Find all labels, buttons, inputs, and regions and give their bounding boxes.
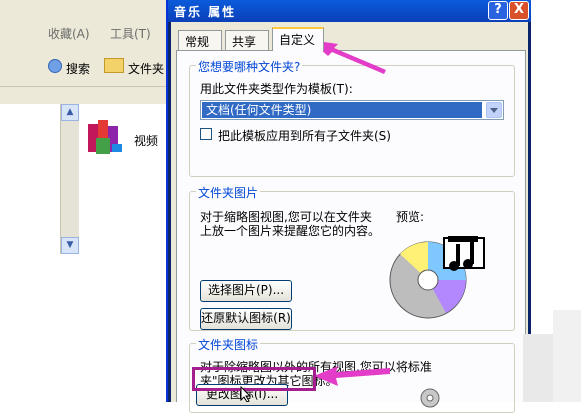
tab-sharing[interactable]: 共享 xyxy=(225,30,269,50)
help-button[interactable]: ? xyxy=(488,1,508,20)
tab-panel-customize: 您想要哪种文件夹? 用此文件夹类型作为模板(T): 文档(任何文件类型) 把此模… xyxy=(176,50,526,413)
search-label[interactable]: 搜索 xyxy=(66,60,90,77)
pictures-desc-line2: 上放一个图片来提醒您它的内容。 xyxy=(200,224,381,238)
right-background xyxy=(523,0,583,402)
preview-label: 预览: xyxy=(396,210,425,224)
folders-label[interactable]: 文件夹 xyxy=(128,60,164,77)
pictures-group-title: 文件夹图片 xyxy=(196,184,261,201)
video-folder-label: 视频 xyxy=(134,134,159,148)
menu-tools[interactable]: 工具(T) xyxy=(110,25,151,42)
explorer-scrollbar[interactable]: ▲ ▼ xyxy=(60,104,79,254)
dialog-title: 音乐 属性 xyxy=(174,5,237,19)
template-label: 用此文件夹类型作为模板(T): xyxy=(200,82,353,96)
scroll-down-icon[interactable]: ▼ xyxy=(61,237,79,254)
annotation-arrow-button xyxy=(314,366,390,386)
template-select[interactable]: 文档(任何文件类型) xyxy=(200,100,504,120)
highlight-box xyxy=(192,367,316,391)
folder-icon[interactable] xyxy=(104,58,124,73)
explorer-toolbar: 搜索 文件夹 xyxy=(0,48,170,87)
title-bar[interactable]: 音乐 属性 ? X xyxy=(168,0,531,22)
explorer-window: 收藏(A) 工具(T) 搜索 文件夹 ▲ ▼ 视频 xyxy=(0,0,170,402)
explorer-menubar: 收藏(A) 工具(T) xyxy=(0,22,170,44)
cd-icon xyxy=(420,388,440,408)
apply-subfolders-checkbox[interactable] xyxy=(200,128,212,140)
choose-picture-button[interactable]: 选择图片(P)... xyxy=(200,280,292,302)
tab-general[interactable]: 常规 xyxy=(178,30,222,50)
tab-customize[interactable]: 自定义 xyxy=(272,27,324,51)
icons-group-title: 文件夹图标 xyxy=(196,336,261,353)
template-group: 您想要哪种文件夹? 用此文件夹类型作为模板(T): 文档(任何文件类型) 把此模… xyxy=(189,58,515,177)
scroll-up-icon[interactable]: ▲ xyxy=(61,104,79,121)
search-icon[interactable] xyxy=(48,59,62,73)
dialog-client: 常规 共享 自定义 您想要哪种文件夹? 用此文件夹类型作为模板(T): 文档(任… xyxy=(171,22,528,413)
video-folder-icon xyxy=(88,120,122,154)
restore-default-button[interactable]: 还原默认图标(R) xyxy=(200,308,292,330)
close-button[interactable]: X xyxy=(509,1,529,20)
menu-favorites[interactable]: 收藏(A) xyxy=(48,25,90,42)
folder-pictures-group: 文件夹图片 对于缩略图视图,您可以在文件夹 上放一个图片来提醒您它的内容。 预览… xyxy=(189,184,515,331)
template-group-title: 您想要哪种文件夹? xyxy=(196,58,303,75)
apply-subfolders-label[interactable]: 把此模板应用到所有子文件夹(S) xyxy=(218,127,391,144)
template-selected-value: 文档(任何文件类型) xyxy=(202,102,482,118)
explorer-content: 视频 xyxy=(80,104,170,402)
music-cd-preview-icon xyxy=(389,236,485,319)
chevron-down-icon[interactable] xyxy=(486,102,502,118)
blurred-area-2 xyxy=(553,310,581,402)
cursor-icon xyxy=(240,386,252,402)
video-folder[interactable]: 视频 xyxy=(80,114,170,164)
